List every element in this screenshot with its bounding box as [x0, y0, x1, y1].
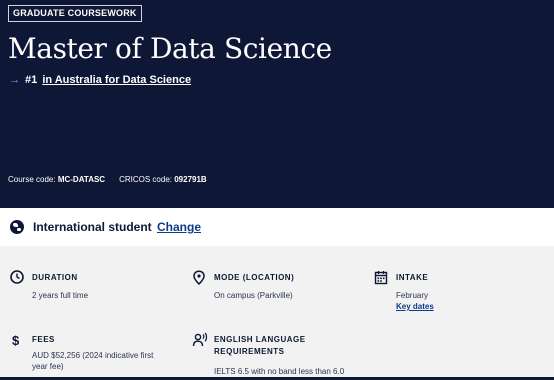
change-student-type-link[interactable]: Change	[157, 220, 201, 235]
mode-fact: MODE (LOCATION) On campus (Parkville)	[192, 270, 362, 310]
student-type-label: International student	[33, 220, 152, 234]
key-dates-link[interactable]: Key dates	[396, 301, 434, 312]
course-code: MC-DATASC	[57, 175, 106, 184]
fees-value-line1: AUD $52,256 (2024 indicative first	[32, 351, 154, 360]
fees-heading: FEES	[32, 335, 55, 344]
calendar-icon	[374, 271, 388, 285]
location-pin-icon	[193, 270, 205, 286]
duration-heading: DURATION	[32, 273, 78, 282]
study-level-badge: GRADUATE COURSEWORK	[8, 5, 142, 22]
globe-icon	[10, 220, 24, 234]
fees-fact: $ FEES AUD $52,256 (2024 indicative firs…	[10, 332, 180, 378]
student-type-bar: International student Change	[0, 208, 554, 246]
english-heading-line1: ENGLISH LANGUAGE	[214, 335, 306, 344]
course-codes: Course code: MC-DATASC CRICOS code: 09279…	[8, 175, 207, 185]
ranking-link[interactable]: in Australia for Data Science	[42, 74, 191, 86]
svg-text:$: $	[12, 333, 20, 348]
intake-fact: INTAKE February Key dates	[374, 270, 544, 320]
ranking-line: → #1 in Australia for Data Science	[9, 73, 191, 87]
course-title: Master of Data Science	[8, 32, 332, 65]
english-value: IELTS 6.5 with no band less than 6.0	[214, 367, 345, 376]
mode-value: On campus (Parkville)	[214, 291, 293, 300]
mode-heading: MODE (LOCATION)	[214, 273, 295, 282]
duration-fact: DURATION 2 years full time	[10, 270, 180, 310]
english-heading-line2: REQUIREMENTS	[214, 347, 285, 356]
arrow-right-icon: →	[9, 74, 20, 86]
course-code-label: Course code:	[8, 175, 56, 184]
cricos-label: CRICOS code:	[119, 175, 172, 184]
speaking-person-icon	[192, 332, 208, 347]
dollar-icon: $	[12, 333, 20, 348]
clock-icon	[10, 270, 24, 284]
english-fact: ENGLISH LANGUAGE REQUIREMENTS IELTS 6.5 …	[192, 332, 392, 378]
intake-heading: INTAKE	[396, 273, 429, 282]
course-hero: GRADUATE COURSEWORK Master of Data Scien…	[0, 0, 554, 208]
cricos-code: 092791B	[174, 175, 207, 184]
fees-value-line2: year fee)	[32, 362, 64, 371]
duration-value: 2 years full time	[32, 291, 89, 300]
intake-value: February	[396, 291, 429, 300]
course-facts: DURATION 2 years full time MODE (LOCATIO…	[0, 246, 554, 380]
rank-number: #1	[25, 74, 38, 86]
